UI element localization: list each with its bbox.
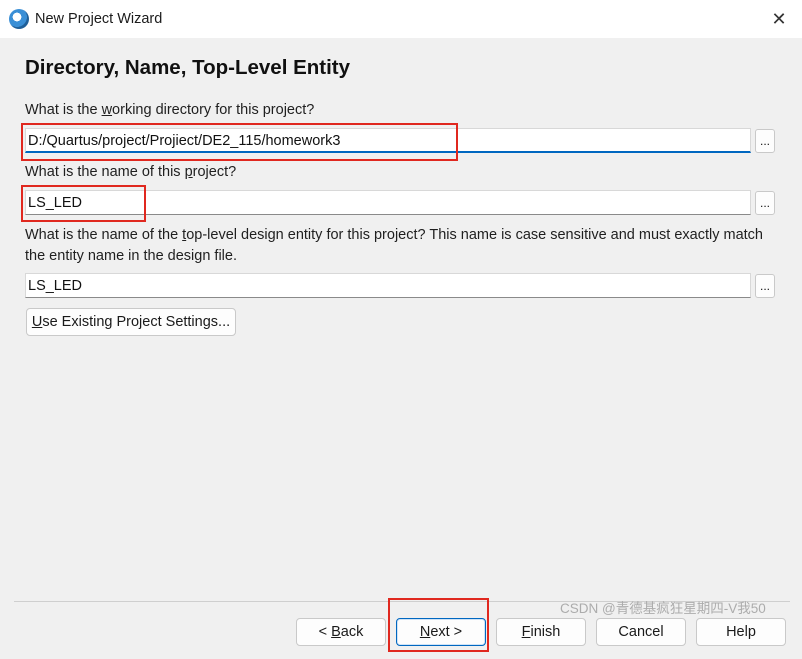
highlight-project-name-box [21,185,146,222]
back-button[interactable]: < Back [296,618,386,646]
page-title: Directory, Name, Top-Level Entity [25,56,351,79]
close-icon[interactable]: ✕ [756,0,802,38]
finish-button[interactable]: Finish [496,618,586,646]
window-title: New Project Wizard [35,11,163,27]
project-name-label: What is the name of this project? [25,164,237,180]
top-entity-value: LS_LED [28,278,83,294]
help-button[interactable]: Help [696,618,786,646]
cancel-button[interactable]: Cancel [596,618,686,646]
project-name-browse-button[interactable]: ... [755,191,775,215]
quartus-app-icon [9,9,29,29]
highlight-directory-box [21,123,458,161]
top-entity-input[interactable]: LS_LED [25,273,751,298]
directory-browse-button[interactable]: ... [755,129,775,153]
top-entity-label: What is the name of the top-level design… [25,227,763,264]
directory-label: What is the working directory for this p… [25,102,315,118]
watermark: CSDN @青德基疯狂星期四-V我50 [560,601,766,616]
top-entity-browse-button[interactable]: ... [755,274,775,298]
title-bar: New Project Wizard ✕ [0,0,802,38]
use-existing-settings-button[interactable]: Use Existing Project Settings... [26,308,236,336]
highlight-next-box [388,598,489,652]
